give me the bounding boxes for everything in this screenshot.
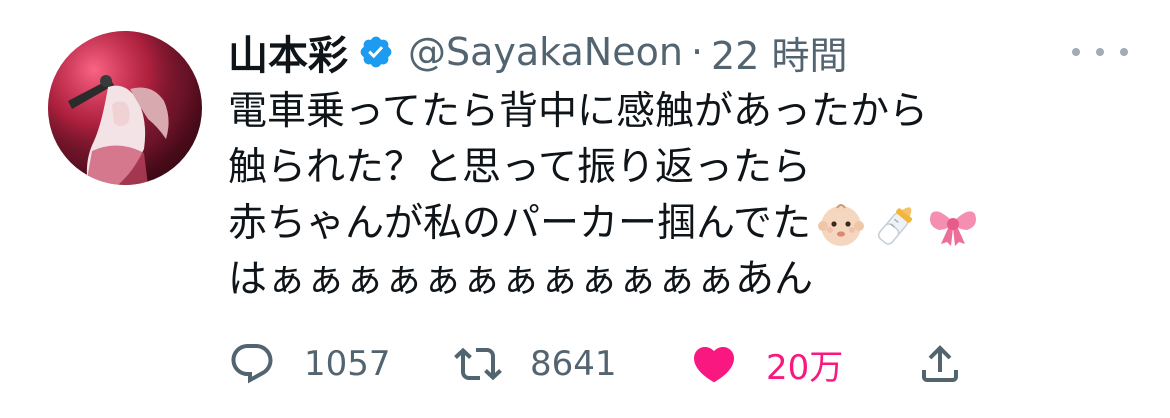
tweet-line: はぁぁぁぁぁぁぁぁぁぁぁぁあん [228,252,1128,308]
more-dot [1120,48,1128,56]
tweet-text: 電車乗ってたら背中に感触があったから 触られた？と思って振り返ったら 赤ちゃんが… [228,84,1128,308]
reply-icon [231,344,273,384]
share-button[interactable] [916,336,964,392]
more-dot [1096,48,1104,56]
avatar-image [48,31,202,185]
more-icon[interactable] [1072,44,1128,60]
tweet-line-text: はぁぁぁぁぁぁぁぁぁぁぁぁあん [228,257,814,302]
reply-count: 1057 [304,344,391,384]
more-dot [1072,48,1080,56]
display-name[interactable]: 山本彩 [228,23,348,81]
tweet-card[interactable]: 山本彩 @SayakaNeon · 22 時間 電車乗ってたら背中に感触があった… [0,0,1170,418]
like-button[interactable]: 20万 [690,336,843,392]
tweet-line-text: 電車乗ってたら背中に感触があったから [228,89,929,134]
tweet-actions: 1057 8641 20万 [228,336,988,392]
ribbon-emoji-icon [927,198,979,250]
tweet-header: 山本彩 @SayakaNeon · 22 時間 [228,22,847,82]
retweet-button[interactable]: 8641 [454,336,617,392]
avatar[interactable] [48,31,202,185]
tweet-line: 電車乗ってたら背中に感触があったから [228,84,1128,140]
tweet-line-text: 触られた？と思って振り返ったら [228,145,812,190]
like-heart-icon [693,347,735,383]
reply-button[interactable]: 1057 [228,336,391,392]
retweet-count: 8641 [530,344,617,384]
baby-emoji-icon [815,198,867,250]
timestamp[interactable]: 22 時間 [711,25,847,80]
retweet-icon [454,347,502,381]
tweet-line-text: 赤ちゃんが私のパーカー掴んでた [228,201,812,246]
share-icon [922,345,958,382]
verified-badge-icon [358,34,394,70]
tweet-line: 赤ちゃんが私のパーカー掴んでた [228,196,1128,252]
separator-dot: · [690,30,704,74]
like-count: 20万 [766,347,844,388]
baby-bottle-emoji-icon [871,198,923,250]
tweet-line: 触られた？と思って振り返ったら [228,140,1128,196]
user-handle[interactable]: @SayakaNeon [408,30,683,74]
